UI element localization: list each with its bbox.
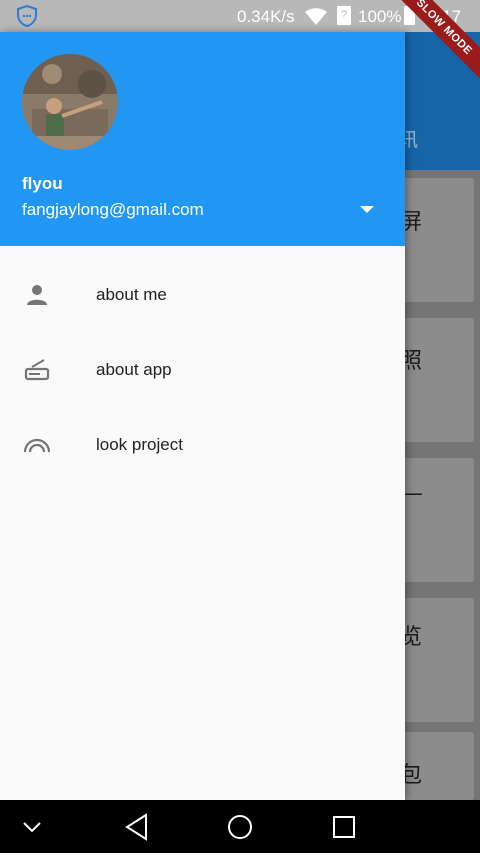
avatar-photo <box>22 54 118 150</box>
recents-button[interactable] <box>332 815 356 839</box>
dropdown-arrow-icon[interactable] <box>360 206 374 213</box>
router-icon <box>24 359 50 381</box>
sim-icon: ? <box>337 6 351 25</box>
network-speed: 0.34K/s <box>237 7 295 26</box>
system-nav-bar <box>0 800 480 853</box>
user-email: fangjaylong@gmail.com <box>22 200 204 219</box>
drawer-header: flyou fangjaylong@gmail.com <box>0 32 405 246</box>
menu-item-about-app[interactable]: about app <box>0 332 405 407</box>
navigation-drawer: flyou fangjaylong@gmail.com about me abo… <box>0 32 405 800</box>
back-button[interactable] <box>124 813 150 841</box>
shield-icon <box>17 5 37 27</box>
menu-item-look-project[interactable]: look project <box>0 407 405 482</box>
avatar[interactable] <box>22 54 118 150</box>
menu-item-label: look project <box>96 435 183 454</box>
menu-item-label: about me <box>96 285 167 304</box>
home-button[interactable] <box>227 814 253 840</box>
drawer-menu: about me about app look project <box>0 257 405 482</box>
battery-percent: 100% <box>358 7 402 26</box>
person-icon <box>27 285 47 305</box>
wifi-icon <box>305 8 327 25</box>
menu-item-label: about app <box>96 360 172 379</box>
rainbow-icon <box>24 438 50 453</box>
menu-item-about-me[interactable]: about me <box>0 257 405 332</box>
user-name: flyou <box>22 174 63 193</box>
chevron-down-icon[interactable] <box>22 820 42 834</box>
